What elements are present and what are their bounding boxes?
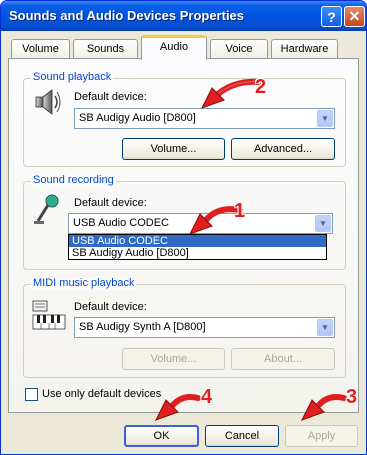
annotation-number-3: 3 <box>346 386 358 408</box>
cancel-button[interactable]: Cancel <box>205 425 279 447</box>
speaker-icon <box>35 89 61 115</box>
tab-volume[interactable]: Volume <box>11 39 70 59</box>
title-bar[interactable]: Sounds and Audio Devices Properties ? ✕ <box>1 1 366 31</box>
annotation-arrow-4 <box>154 394 201 421</box>
dropdown-option-sb-audigy[interactable]: SB Audigy Audio [D800] <box>69 247 326 259</box>
recording-device-value: USB Audio CODEC <box>73 217 169 229</box>
window-title: Sounds and Audio Devices Properties <box>9 8 245 23</box>
annotation-number-4: 4 <box>201 386 213 408</box>
chevron-down-icon[interactable]: ▼ <box>315 215 331 232</box>
midi-about-button[interactable]: About... <box>231 348 335 370</box>
playback-advanced-button[interactable]: Advanced... <box>231 138 335 160</box>
midi-volume-button[interactable]: Volume... <box>122 348 225 370</box>
sound-playback-label: Sound playback <box>31 71 114 83</box>
chevron-down-icon[interactable]: ▼ <box>317 110 333 127</box>
help-button[interactable]: ? <box>321 6 342 27</box>
annotation-arrow-1 <box>188 206 243 235</box>
close-button[interactable]: ✕ <box>344 6 365 27</box>
midi-keyboard-icon <box>32 300 66 330</box>
microphone-icon <box>34 194 59 224</box>
tab-sounds[interactable]: Sounds <box>73 39 138 59</box>
playback-volume-button[interactable]: Volume... <box>122 138 225 160</box>
tab-strip: Volume Sounds Audio Voice Hardware <box>1 35 366 60</box>
recording-default-label: Default device: <box>74 197 147 209</box>
use-default-devices-checkbox[interactable] <box>25 388 38 401</box>
tab-audio[interactable]: Audio <box>141 35 207 60</box>
annotation-number-1: 1 <box>234 200 246 222</box>
chevron-down-icon[interactable]: ▼ <box>317 319 333 336</box>
tab-voice[interactable]: Voice <box>210 39 268 59</box>
midi-default-label: Default device: <box>74 301 147 313</box>
tab-hardware[interactable]: Hardware <box>271 39 338 59</box>
playback-device-value: SB Audigy Audio [D800] <box>79 112 196 124</box>
midi-device-value: SB Audigy Synth A [D800] <box>79 321 206 333</box>
midi-playback-label: MIDI music playback <box>31 277 137 289</box>
playback-default-label: Default device: <box>74 91 147 103</box>
midi-device-select[interactable]: SB Audigy Synth A [D800] ▼ <box>74 317 335 338</box>
annotation-number-2: 2 <box>255 76 267 98</box>
use-default-devices-label[interactable]: Use only default devices <box>42 388 161 400</box>
sound-recording-label: Sound recording <box>31 174 116 186</box>
